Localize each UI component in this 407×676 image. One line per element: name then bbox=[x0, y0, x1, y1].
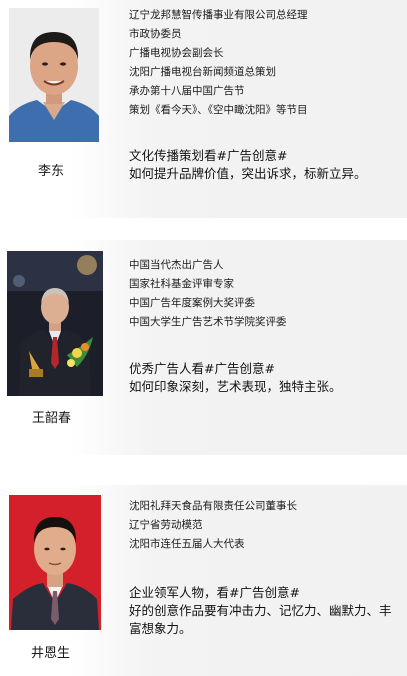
person-card: 李东 辽宁龙邦慧智传播事业有限公司总经理 市政协委员 广播电视协会副会长 沈阳广… bbox=[0, 0, 407, 218]
statement-quote: 如何提升品牌价值，突出诉求，标新立异。 bbox=[129, 166, 367, 181]
statement: 企业领军人物，看#广告创意# 好的创意作品要有冲击力、记忆力、幽默力、丰富想象力… bbox=[129, 584, 399, 638]
person-card: 井恩生 沈阳礼拜天食品有限责任公司董事长 辽宁省劳动模范 沈阳市连任五届人大代表… bbox=[0, 485, 407, 676]
statement: 优秀广告人看#广告创意# 如何印象深刻，艺术表现，独特主张。 bbox=[129, 360, 342, 396]
person-name: 井恩生 bbox=[31, 646, 71, 661]
bio-line: 沈阳礼拜天食品有限责任公司董事长 bbox=[129, 500, 297, 512]
bio-line: 策划《看今天》、《空中瞰沈阳》等节目 bbox=[129, 104, 308, 116]
person-name: 李东 bbox=[38, 164, 65, 179]
bio-line: 辽宁龙邦慧智传播事业有限公司总经理 bbox=[129, 9, 308, 21]
portrait-photo bbox=[9, 495, 101, 630]
bio-line: 中国当代杰出广告人 bbox=[129, 259, 224, 271]
bio-list: 辽宁龙邦慧智传播事业有限公司总经理 市政协委员 广播电视协会副会长 沈阳广播电视… bbox=[129, 6, 308, 120]
bio-line: 辽宁省劳动模范 bbox=[129, 519, 203, 531]
bio-line: 承办第十八届中国广告节 bbox=[129, 85, 245, 97]
statement-quote: 如何印象深刻，艺术表现，独特主张。 bbox=[129, 379, 342, 394]
statement-quote: 好的创意作品要有冲击力、记忆力、幽默力、丰富想象力。 bbox=[129, 603, 392, 636]
bio-line: 沈阳广播电视台新闻频道总策划 bbox=[129, 66, 276, 78]
portrait-photo bbox=[7, 251, 103, 396]
bio-line: 沈阳市连任五届人大代表 bbox=[129, 538, 245, 550]
bio-line: 中国广告年度案例大奖评委 bbox=[129, 297, 255, 309]
bio-line: 广播电视协会副会长 bbox=[129, 47, 224, 59]
statement-title: 优秀广告人看#广告创意# bbox=[129, 361, 275, 376]
bio-list: 沈阳礼拜天食品有限责任公司董事长 辽宁省劳动模范 沈阳市连任五届人大代表 bbox=[129, 497, 297, 554]
bio-list: 中国当代杰出广告人 国家社科基金评审专家 中国广告年度案例大奖评委 中国大学生广… bbox=[129, 256, 287, 332]
statement-title: 文化传播策划看#广告创意# bbox=[129, 148, 288, 163]
bio-line: 市政协委员 bbox=[129, 28, 182, 40]
bio-line: 中国大学生广告艺术节学院奖评委 bbox=[129, 316, 287, 328]
portrait-photo bbox=[9, 8, 99, 142]
person-name: 王韶春 bbox=[32, 411, 72, 426]
person-card: 王韶春 中国当代杰出广告人 国家社科基金评审专家 中国广告年度案例大奖评委 中国… bbox=[0, 240, 407, 455]
statement-title: 企业领军人物，看#广告创意# bbox=[129, 585, 300, 600]
statement: 文化传播策划看#广告创意# 如何提升品牌价值，突出诉求，标新立异。 bbox=[129, 147, 367, 183]
bio-line: 国家社科基金评审专家 bbox=[129, 278, 234, 290]
